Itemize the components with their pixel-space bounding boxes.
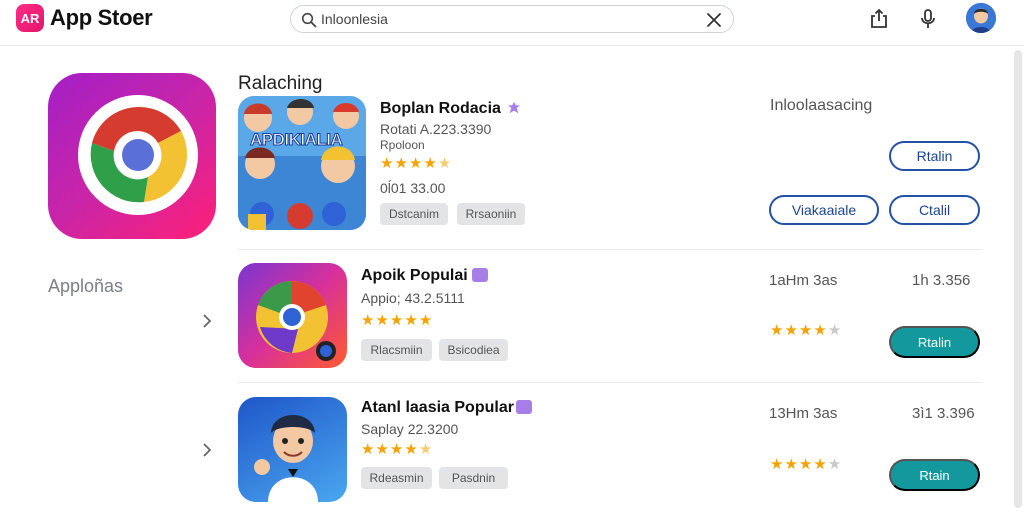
star-icon: ★ <box>437 155 452 172</box>
star-icon: ★ <box>813 456 827 473</box>
featured-app-developer: Rotati A.223.3390 <box>380 121 492 137</box>
star-icon: ★ <box>827 456 842 473</box>
verified-badge-icon <box>472 268 488 282</box>
star-icon: ★ <box>375 441 389 458</box>
chevron-right-icon[interactable] <box>200 441 214 459</box>
chrome-icon <box>78 95 198 215</box>
chrome-icon <box>256 280 336 361</box>
star-icon: ★ <box>361 441 375 458</box>
featured-app-icon[interactable] <box>48 73 216 239</box>
star-icon: ★ <box>418 441 433 458</box>
featured-app-tile[interactable]: APDIKIALIA <box>238 96 366 230</box>
installing-status: Inloolaasacing <box>770 97 873 114</box>
view-details-button[interactable]: Viakaaiale <box>769 195 879 225</box>
app-rating-stars: ★ ★ ★ ★ ★ <box>361 312 433 329</box>
app-price: 3ì1 3.396 <box>912 405 975 422</box>
star-icon: ★ <box>770 456 784 473</box>
install-button[interactable]: Rtalin <box>889 141 980 171</box>
tag-chip[interactable]: Pasdnin <box>439 467 508 489</box>
app-store-logo: AR <box>16 4 44 32</box>
app-title: App Stoer <box>50 5 153 30</box>
star-icon: ★ <box>375 312 389 329</box>
game-art-title: APDIKIALIA <box>249 130 343 150</box>
user-rating-stars: ★ ★ ★ ★ ★ <box>770 456 842 473</box>
star-icon: ★ <box>784 322 798 339</box>
star-icon: ★ <box>389 312 404 329</box>
app-rating-stars: ★ ★ ★ ★ ★ <box>361 441 433 458</box>
app-name[interactable]: Atanl laasia Popular <box>361 399 514 417</box>
search-icon <box>301 12 317 28</box>
star-icon: ★ <box>389 441 404 458</box>
user-rating-stars: ★ ★ ★ ★ ★ <box>770 322 842 339</box>
star-icon: ★ <box>394 155 408 172</box>
star-icon: ★ <box>404 312 418 329</box>
star-icon: ★ <box>408 155 423 172</box>
share-icon[interactable] <box>868 8 890 30</box>
app-size: 1aHm 3as <box>769 272 838 289</box>
star-icon: ★ <box>827 322 842 339</box>
install-button[interactable]: Rtalin <box>889 326 980 358</box>
app-icon[interactable] <box>238 397 347 502</box>
star-icon: ★ <box>380 155 394 172</box>
character-icon <box>254 415 318 502</box>
star-icon: ★ <box>798 322 813 339</box>
category-label[interactable]: Apploñas <box>48 276 123 297</box>
search-bar[interactable] <box>290 5 734 33</box>
chevron-right-icon[interactable] <box>200 312 214 330</box>
section-title: Ralaching <box>238 73 323 94</box>
tag-chip[interactable]: Rdeasmin <box>361 467 432 489</box>
game-art-image <box>238 96 366 230</box>
divider <box>238 249 982 250</box>
star-icon: ★ <box>361 312 375 329</box>
tag-chip[interactable]: Rrsaoniin <box>457 203 525 225</box>
search-input[interactable] <box>321 9 701 29</box>
divider <box>238 382 982 383</box>
tag-chip[interactable]: Dstcanim <box>380 203 448 225</box>
cancel-button[interactable]: Ctalil <box>889 195 980 225</box>
star-icon: ★ <box>404 441 418 458</box>
app-meta: Appio; 43.2.5111 <box>361 290 465 306</box>
app-size: 13Hm 3as <box>769 405 838 422</box>
app-price: 1h 3.356 <box>912 272 971 289</box>
star-icon: ★ <box>418 312 433 329</box>
tag-chip[interactable]: Rlacsmiin <box>361 339 432 361</box>
star-icon: ★ <box>798 456 813 473</box>
featured-app-name[interactable]: Boplan Rodacia <box>380 100 501 118</box>
install-button[interactable]: Rtain <box>889 459 980 491</box>
brand[interactable]: AR App Stoer <box>16 4 153 32</box>
user-avatar-icon <box>966 3 996 33</box>
star-icon: ★ <box>423 155 437 172</box>
close-icon[interactable] <box>705 11 723 29</box>
scrollbar[interactable] <box>1014 50 1022 508</box>
featured-rating-stars: ★ ★ ★ ★ ★ <box>380 155 452 172</box>
app-name[interactable]: Apoik Populai <box>361 267 468 285</box>
star-icon: ★ <box>784 456 798 473</box>
avatar[interactable] <box>966 3 996 33</box>
tag-chip[interactable]: Bsicodiea <box>439 339 508 361</box>
microphone-icon[interactable] <box>917 8 939 30</box>
top-bar: AR App Stoer <box>0 0 1024 46</box>
featured-app-subtitle: Rpoloon <box>380 138 425 152</box>
star-icon: ★ <box>813 322 827 339</box>
star-icon: ★ <box>770 322 784 339</box>
featured-app-downloads: 0ĺ01 33.00 <box>380 180 446 196</box>
verified-badge-icon <box>516 400 532 414</box>
app-icon[interactable] <box>238 263 347 368</box>
app-meta: Saplay 22.3200 <box>361 421 459 437</box>
verified-badge-icon <box>507 101 521 114</box>
